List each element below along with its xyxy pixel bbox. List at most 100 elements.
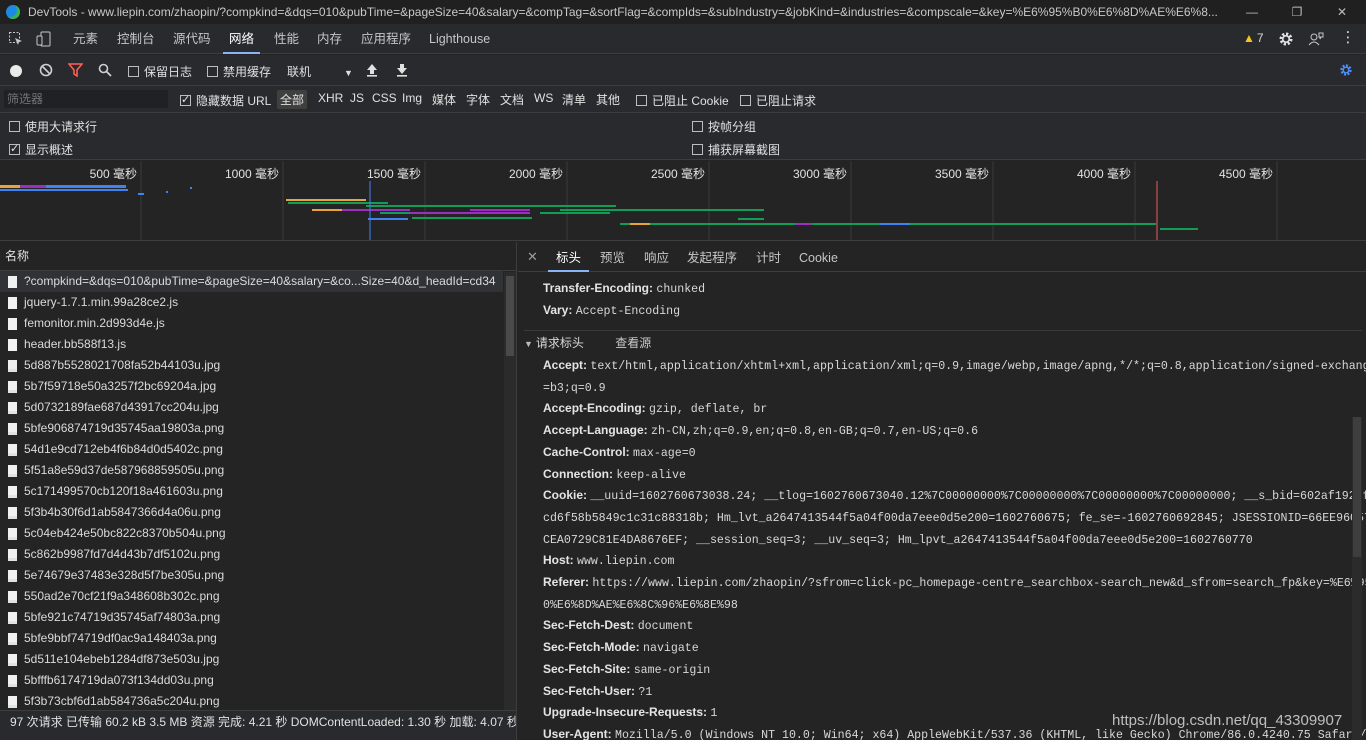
tab-preview[interactable]: 预览: [600, 242, 625, 272]
request-header-row: Cache-Control: max-age=0: [543, 442, 1353, 465]
details-scrollbar[interactable]: [1352, 417, 1362, 740]
checkbox-box[interactable]: [692, 144, 703, 155]
preserve-log-checkbox[interactable]: 保留日志: [128, 63, 192, 80]
filter-input[interactable]: [4, 90, 168, 108]
show-overview-checkbox[interactable]: 显示概述: [9, 141, 73, 158]
tab-lighthouse[interactable]: Lighthouse: [429, 24, 490, 54]
inspect-element-icon[interactable]: [8, 31, 24, 47]
type-filter-other[interactable]: 其他: [596, 91, 620, 108]
disable-cache-checkbox[interactable]: 禁用缓存: [207, 63, 271, 80]
checkbox-box[interactable]: [692, 121, 703, 132]
request-row[interactable]: 550ad2e70cf21f9a348608b302c.png: [0, 586, 503, 607]
tab-headers[interactable]: 标头: [547, 242, 590, 272]
request-headers-section-toggle[interactable]: ▼ 请求标头 查看源: [524, 330, 1362, 352]
blocked-requests-checkbox[interactable]: 已阻止请求: [740, 92, 816, 109]
tab-elements[interactable]: 元素: [73, 24, 98, 54]
checkbox-box[interactable]: [740, 95, 751, 106]
tick-label: 2500 毫秒: [651, 166, 705, 181]
export-har-icon[interactable]: [396, 63, 408, 77]
request-header-row: Host: www.liepin.com: [543, 550, 1353, 573]
network-overview-timeline[interactable]: 500 毫秒 1000 毫秒 1500 毫秒 2000 毫秒 2500 毫秒 3000 毫…: [0, 161, 1366, 241]
type-filter-ws[interactable]: WS: [534, 91, 553, 105]
type-filter-media[interactable]: 媒体: [432, 91, 456, 108]
request-bar: [420, 205, 540, 207]
name-column-header[interactable]: 名称: [0, 242, 516, 271]
checkbox-box[interactable]: [636, 95, 647, 106]
request-row[interactable]: 5f3b4b30f6d1ab5847366d4a06u.png: [0, 502, 503, 523]
request-row[interactable]: 5c04eb424e50bc822c8370b504u.png: [0, 523, 503, 544]
type-filter-all[interactable]: 全部: [277, 90, 308, 109]
request-row[interactable]: 5bfffb6174719da073f134dd03u.png: [0, 670, 503, 691]
filter-funnel-icon[interactable]: [68, 63, 83, 77]
tab-application[interactable]: 应用程序: [361, 24, 411, 54]
type-filter-font[interactable]: 字体: [466, 91, 490, 108]
close-details-icon[interactable]: ✕: [527, 249, 538, 265]
scroll-thumb[interactable]: [1353, 417, 1361, 557]
request-list-scrollbar[interactable]: [504, 272, 516, 710]
tab-timing[interactable]: 计时: [756, 242, 781, 272]
checkbox-box[interactable]: [180, 93, 191, 106]
header-value: https://www.liepin.com/zhaopin/?sfrom=cl…: [592, 577, 1366, 590]
request-row[interactable]: jquery-1.7.1.min.99a28ce2.js: [0, 292, 503, 313]
request-header-row: Cookie: __uuid=1602760673038.24; __tlog=…: [543, 485, 1366, 508]
checkbox-box[interactable]: [128, 66, 139, 77]
hide-data-urls-checkbox[interactable]: 隐藏数据 URL: [180, 92, 271, 109]
more-options-icon[interactable]: ⋮: [1340, 30, 1356, 46]
tab-performance[interactable]: 性能: [274, 24, 299, 54]
request-row[interactable]: 5d0732189fae687d43917cc204u.jpg: [0, 397, 503, 418]
request-row[interactable]: header.bb588f13.js: [0, 334, 503, 355]
checkbox-box[interactable]: [9, 121, 20, 132]
type-filter-manifest[interactable]: 清单: [562, 91, 586, 108]
tab-cookies[interactable]: Cookie: [799, 242, 838, 272]
type-filter-img[interactable]: Img: [402, 91, 422, 105]
close-window-button[interactable]: ✕: [1320, 0, 1364, 24]
capture-screenshots-checkbox[interactable]: 捕获屏幕截图: [692, 141, 780, 158]
type-filter-xhr[interactable]: XHR: [318, 91, 343, 105]
group-by-frame-checkbox[interactable]: 按帧分组: [692, 118, 756, 135]
large-rows-checkbox[interactable]: 使用大请求行: [9, 118, 97, 135]
device-toolbar-icon[interactable]: [36, 31, 52, 47]
request-row[interactable]: femonitor.min.2d993d4e.js: [0, 313, 503, 334]
tab-response[interactable]: 响应: [644, 242, 669, 272]
request-row[interactable]: 5d511e104ebeb1284df873e503u.jpg: [0, 649, 503, 670]
header-value: cd6f58b5849c1c31c88318b; Hm_lvt_a2647413…: [543, 511, 1366, 525]
request-row[interactable]: 5e74679e37483e328d5f7be305u.png: [0, 565, 503, 586]
request-row[interactable]: 5f3b73cbf6d1ab584736a5c204u.png: [0, 691, 503, 710]
request-row[interactable]: 5bfe921c74719d35745af74803a.png: [0, 607, 503, 628]
request-row[interactable]: 5c862b9987fd7d4d43b7df5102u.png: [0, 544, 503, 565]
checkbox-box[interactable]: [9, 142, 20, 155]
tab-console[interactable]: 控制台: [117, 24, 155, 54]
restore-button[interactable]: ❐: [1275, 0, 1319, 24]
tab-initiator[interactable]: 发起程序: [687, 242, 737, 272]
request-row[interactable]: 5bfe906874719d35745aa19803a.png: [0, 418, 503, 439]
import-har-icon[interactable]: [366, 63, 378, 77]
request-row[interactable]: 54d1e9cd712eb4f6b84d0d5402c.png: [0, 439, 503, 460]
tab-network[interactable]: 网络: [222, 24, 261, 54]
request-row[interactable]: 5bfe9bbf74719df0ac9a148403a.png: [0, 628, 503, 649]
checkbox-box[interactable]: [207, 66, 218, 77]
type-filter-css[interactable]: CSS: [372, 91, 397, 105]
record-icon[interactable]: [10, 65, 22, 77]
type-filter-doc[interactable]: 文档: [500, 91, 524, 108]
clear-icon[interactable]: [39, 63, 53, 77]
search-icon[interactable]: [98, 63, 112, 77]
request-row[interactable]: 5b7f59718e50a3257f2bc69204a.jpg: [0, 376, 503, 397]
type-filter-js[interactable]: JS: [350, 91, 364, 105]
settings-gear-icon[interactable]: [1278, 31, 1294, 47]
network-settings-gear-icon[interactable]: [1339, 63, 1353, 77]
blocked-cookies-checkbox[interactable]: 已阻止 Cookie: [636, 92, 729, 109]
warning-triangle-icon: ▲: [1243, 31, 1255, 45]
minimize-button[interactable]: —: [1230, 0, 1274, 24]
throttling-select[interactable]: 联机 ▼: [287, 63, 353, 80]
request-row[interactable]: 5d887b5528021708fa52b44103u.jpg: [0, 355, 503, 376]
view-source-link[interactable]: 查看源: [615, 336, 651, 350]
scroll-thumb[interactable]: [506, 276, 514, 356]
tab-sources[interactable]: 源代码: [173, 24, 211, 54]
request-row[interactable]: ?compkind=&dqs=010&pubTime=&pageSize=40&…: [0, 271, 503, 292]
request-row[interactable]: 5f51a8e59d37de587968859505u.png: [0, 460, 503, 481]
warnings-counter[interactable]: ▲ 7: [1243, 31, 1264, 45]
feedback-icon[interactable]: [1308, 31, 1324, 47]
tab-memory[interactable]: 内存: [317, 24, 342, 54]
request-row[interactable]: 5c171499570cb120f18a461603u.png: [0, 481, 503, 502]
request-header-row: Accept-Language: zh-CN,zh;q=0.9,en;q=0.8…: [543, 420, 1353, 443]
